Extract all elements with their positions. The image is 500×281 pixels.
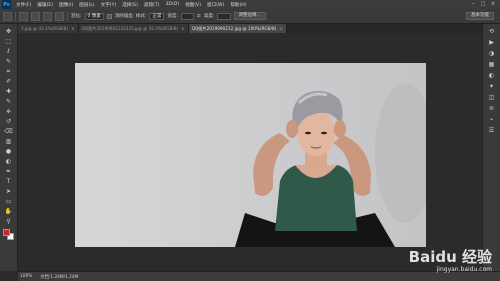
tab-label: 1.jpg @ 33.3%(RGB/8) — [21, 26, 68, 31]
tab-doc-3[interactable]: QQ图片2019090212.jpg @ 100%(RGB/8) × — [188, 24, 287, 33]
history-icon[interactable]: ⟲ — [486, 27, 497, 36]
photo-image — [75, 63, 426, 247]
minimize-icon[interactable]: – — [470, 1, 476, 7]
foreground-color-swatch[interactable] — [2, 229, 10, 236]
swatches-icon[interactable]: ▦ — [486, 60, 497, 69]
watermark-url: jingyan.baidu.com — [436, 266, 492, 273]
height-input[interactable] — [217, 12, 231, 20]
actions-icon[interactable]: ▶ — [486, 38, 497, 47]
feather-label: 羽化: — [71, 14, 82, 19]
menu-type[interactable]: 文字(Y) — [101, 2, 117, 8]
style-label: 样式: — [135, 14, 147, 19]
quick-select-icon[interactable]: ✎ — [3, 57, 14, 66]
move-icon[interactable]: ✥ — [3, 27, 14, 36]
color-icon[interactable]: ◑ — [486, 49, 497, 58]
divider — [15, 11, 16, 21]
menu-edit[interactable]: 编辑(E) — [37, 2, 53, 8]
menu-3d[interactable]: 3D(D) — [165, 2, 179, 8]
marquee-icon[interactable]: ⬚ — [3, 37, 14, 46]
menu-select[interactable]: 选择(S) — [122, 2, 138, 8]
document-tabs: 1.jpg @ 33.3%(RGB/8) × QQ图片20190902120335… — [18, 24, 482, 33]
photoshop-logo: Ps — [2, 0, 11, 9]
tab-label: QQ图片20190902120335.jpg @ 33.3%(RGB/8) — [81, 26, 179, 31]
history-brush-icon[interactable]: ↺ — [3, 117, 14, 126]
tab-doc-1[interactable]: 1.jpg @ 33.3%(RGB/8) × — [18, 24, 79, 33]
antialias-label: 消除锯齿 — [114, 14, 133, 19]
path-select-icon[interactable]: ➤ — [3, 187, 14, 196]
options-bar: 羽化: 0 像素 消除锯齿 样式: 正常 宽度: ⇄ 高度: 调整边缘... 基… — [0, 9, 500, 24]
baidu-watermark: Baidu 经验 jingyan.baidu.com — [409, 246, 492, 273]
layers-icon[interactable]: ◫ — [486, 93, 497, 102]
tab-doc-2[interactable]: QQ图片20190902120335.jpg @ 33.3%(RGB/8) × — [78, 24, 189, 33]
properties-icon[interactable]: ☰ — [486, 126, 497, 135]
add-selection-icon[interactable] — [31, 11, 40, 21]
gradient-icon[interactable]: ▥ — [3, 137, 14, 146]
menu-window[interactable]: 窗口(W) — [207, 2, 224, 8]
tools-panel: ✥ ⬚ ℓ ✎ ⌗ ✐ ✚ ✎ ⎈ ↺ ⌫ ▥ ● ◐ ✒ T ➤ ▭ ✋ ⚲ — [0, 24, 18, 271]
subtract-selection-icon[interactable] — [43, 11, 52, 21]
color-swatches[interactable] — [2, 229, 15, 241]
style-select[interactable]: 正常 — [149, 12, 165, 20]
workspace-select[interactable]: 基本功能 — [466, 12, 494, 20]
paths-icon[interactable]: ⌁ — [486, 115, 497, 124]
menu-layer[interactable]: 图层(L) — [79, 2, 94, 8]
swap-icon[interactable]: ⇄ — [197, 14, 201, 19]
watermark-logo: Baidu 经验 — [408, 248, 492, 266]
channels-icon[interactable]: ≋ — [486, 104, 497, 113]
blur-icon[interactable]: ● — [3, 147, 14, 156]
clone-stamp-icon[interactable]: ⎈ — [3, 107, 14, 116]
menu-bar: Ps 文件(F) 编辑(E) 图像(I) 图层(L) 文字(Y) 选择(S) 滤… — [0, 0, 500, 9]
healing-icon[interactable]: ✚ — [3, 87, 14, 96]
dodge-icon[interactable]: ◐ — [3, 157, 14, 166]
lasso-icon[interactable]: ℓ — [3, 47, 14, 56]
hand-icon[interactable]: ✋ — [3, 207, 14, 216]
crop-icon[interactable]: ⌗ — [3, 67, 14, 76]
close-icon[interactable]: × — [279, 26, 283, 31]
styles-icon[interactable]: ✦ — [486, 82, 497, 91]
document-size: 文档:1.24M/1.24M — [40, 274, 79, 280]
brush-icon[interactable]: ✎ — [3, 97, 14, 106]
menu-file[interactable]: 文件(F) — [16, 2, 31, 8]
zoom-icon[interactable]: ⚲ — [3, 217, 14, 226]
document-canvas[interactable] — [75, 63, 426, 247]
feather-input[interactable]: 0 像素 — [84, 12, 104, 20]
menu-view[interactable]: 视图(V) — [185, 2, 201, 8]
divider — [67, 11, 68, 21]
new-selection-icon[interactable] — [19, 11, 28, 21]
pen-icon[interactable]: ✒ — [3, 167, 14, 176]
height-label: 高度: — [203, 14, 215, 19]
eyedropper-icon[interactable]: ✐ — [3, 77, 14, 86]
intersect-selection-icon[interactable] — [55, 11, 64, 21]
width-input[interactable] — [180, 12, 195, 20]
panel-dock: ⟲ ▶ ◑ ▦ ◐ ✦ ◫ ≋ ⌁ ☰ — [482, 24, 500, 271]
eraser-icon[interactable]: ⌫ — [3, 127, 14, 136]
zoom-level[interactable]: 100% — [20, 274, 32, 279]
menu-help[interactable]: 帮助(H) — [230, 2, 246, 8]
tab-label: QQ图片2019090212.jpg @ 100%(RGB/8) — [191, 26, 277, 31]
menu-image[interactable]: 图像(I) — [59, 2, 73, 8]
close-icon[interactable]: × — [490, 1, 496, 7]
refine-edge-button[interactable]: 调整边缘... — [233, 12, 266, 20]
marquee-preset-icon[interactable] — [3, 11, 12, 21]
close-icon[interactable]: × — [71, 26, 75, 31]
main-menu: 文件(F) 编辑(E) 图像(I) 图层(L) 文字(Y) 选择(S) 滤镜(T… — [16, 2, 247, 8]
antialias-checkbox[interactable] — [106, 13, 112, 19]
maximize-icon[interactable]: □ — [480, 1, 486, 7]
width-label: 宽度: — [167, 14, 178, 19]
close-icon[interactable]: × — [181, 26, 185, 31]
adjustments-icon[interactable]: ◐ — [486, 71, 497, 80]
window-controls: – □ × — [470, 1, 496, 7]
shape-icon[interactable]: ▭ — [3, 197, 14, 206]
menu-filter[interactable]: 滤镜(T) — [144, 2, 160, 8]
type-icon[interactable]: T — [3, 177, 14, 186]
